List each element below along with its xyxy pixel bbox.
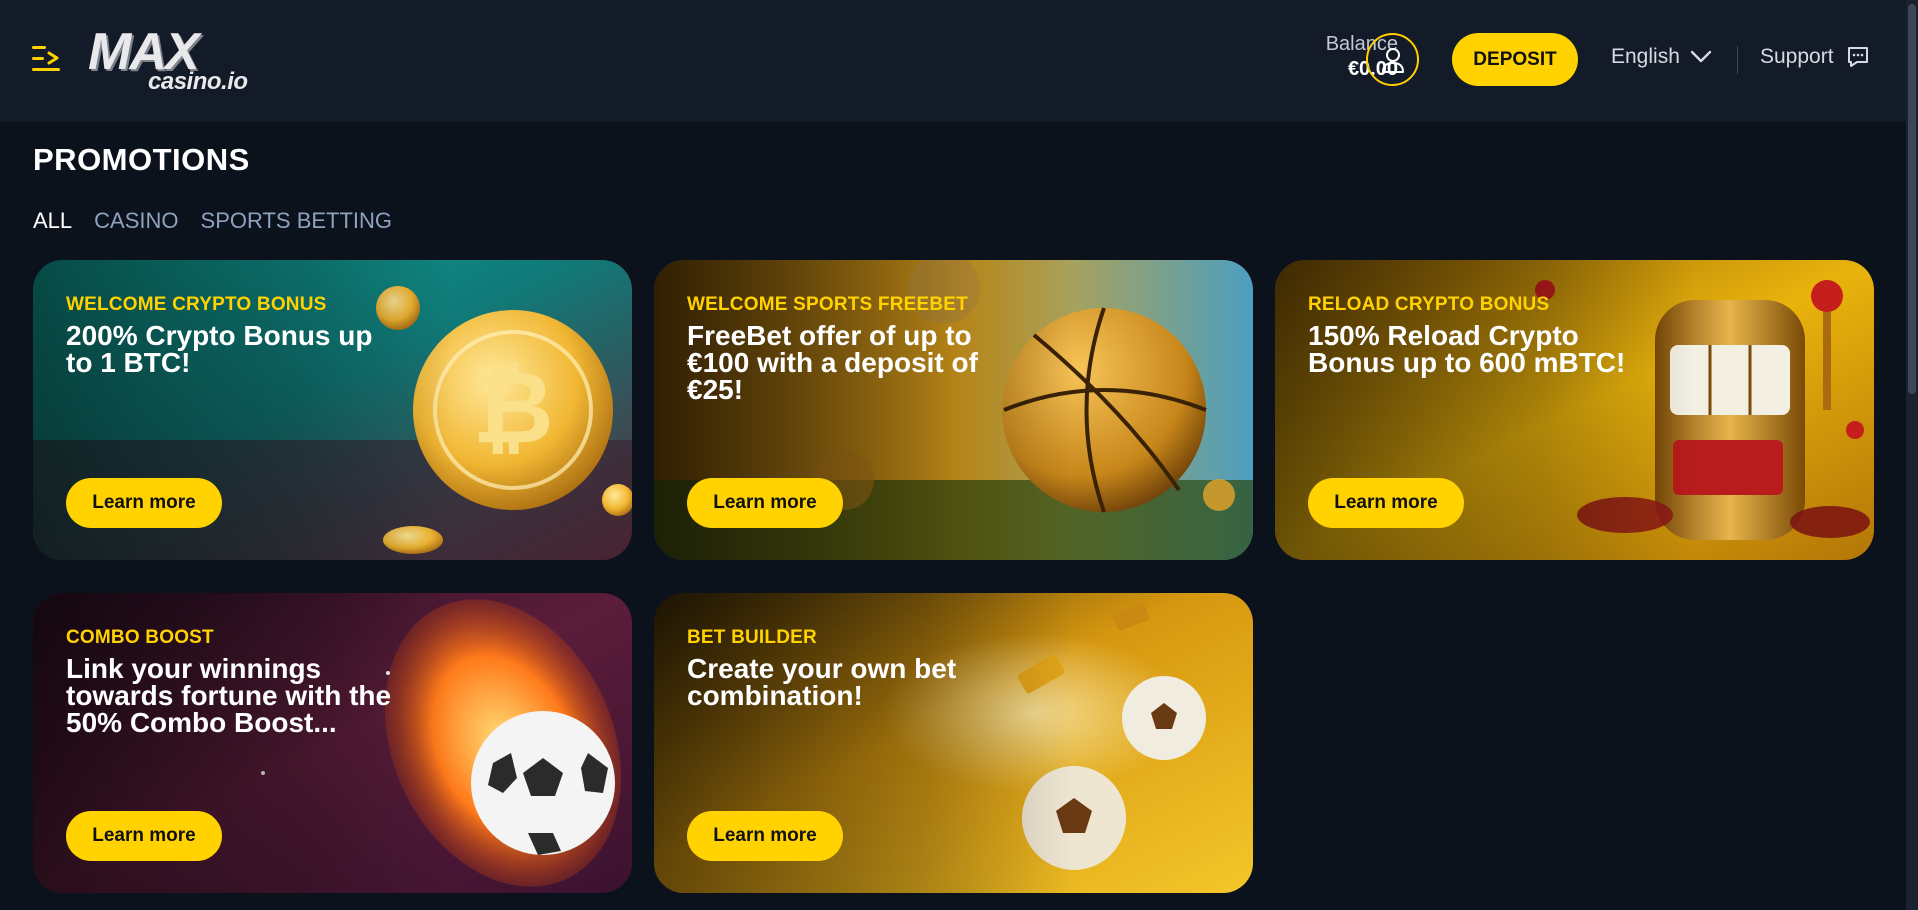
chevron-down-icon bbox=[1690, 50, 1712, 63]
tab-all[interactable]: ALL bbox=[33, 208, 72, 234]
page-title: PROMOTIONS bbox=[33, 142, 250, 177]
logo-subtext: casino.io bbox=[148, 68, 248, 95]
learn-more-button[interactable]: Learn more bbox=[1308, 478, 1464, 528]
learn-more-button[interactable]: Learn more bbox=[687, 478, 843, 528]
menu-icon[interactable] bbox=[32, 44, 62, 74]
chat-icon bbox=[1847, 47, 1868, 67]
promo-tag: BET BUILDER bbox=[687, 627, 817, 648]
language-selector[interactable]: English bbox=[1611, 45, 1712, 69]
page-scrollbar[interactable] bbox=[1906, 0, 1918, 910]
account-button[interactable] bbox=[1366, 33, 1419, 86]
learn-more-button[interactable]: Learn more bbox=[687, 811, 843, 861]
promo-card-bet-builder[interactable]: BET BUILDER Create your own bet combinat… bbox=[654, 593, 1253, 893]
promo-card-reload-crypto[interactable]: RELOAD CRYPTO BONUS 150% Reload Crypto B… bbox=[1275, 260, 1874, 560]
scrollbar-thumb[interactable] bbox=[1908, 4, 1916, 394]
tab-casino[interactable]: CASINO bbox=[94, 208, 178, 234]
promotion-tabs: ALL CASINO SPORTS BETTING bbox=[33, 208, 392, 234]
promo-headline: 200% Crypto Bonus up to 1 BTC! bbox=[66, 320, 373, 378]
header-divider bbox=[1737, 46, 1738, 74]
deposit-button[interactable]: DEPOSIT bbox=[1452, 33, 1578, 86]
promo-headline: 150% Reload Crypto Bonus up to 600 mBTC! bbox=[1308, 320, 1626, 378]
support-label: Support bbox=[1760, 45, 1834, 68]
user-icon bbox=[1381, 47, 1404, 73]
support-link[interactable]: Support bbox=[1760, 45, 1870, 69]
learn-more-button[interactable]: Learn more bbox=[66, 478, 222, 528]
promo-tag: WELCOME SPORTS FREEBET bbox=[687, 294, 968, 315]
promo-headline: Link your winnings towards fortune with … bbox=[66, 653, 392, 738]
promo-headline: Create your own bet combination! bbox=[687, 653, 957, 711]
language-label: English bbox=[1611, 45, 1680, 68]
promo-card-combo-boost[interactable]: COMBO BOOST Link your winnings towards f… bbox=[33, 593, 632, 893]
tab-sports-betting[interactable]: SPORTS BETTING bbox=[201, 208, 393, 234]
promo-tag: COMBO BOOST bbox=[66, 627, 214, 648]
promo-tag: WELCOME CRYPTO BONUS bbox=[66, 294, 327, 315]
promo-card-welcome-crypto[interactable]: ₿ WELCOME CRYPTO BONUS 200% Crypto Bonus… bbox=[33, 260, 632, 560]
top-header: MAX casino.io Balance €0.00 DEPOSIT Engl… bbox=[0, 0, 1906, 122]
learn-more-button[interactable]: Learn more bbox=[66, 811, 222, 861]
promo-card-welcome-sports[interactable]: WELCOME SPORTS FREEBET FreeBet offer of … bbox=[654, 260, 1253, 560]
logo[interactable]: MAX casino.io bbox=[88, 26, 258, 95]
promo-tag: RELOAD CRYPTO BONUS bbox=[1308, 294, 1550, 315]
promo-headline: FreeBet offer of up to €100 with a depos… bbox=[687, 320, 978, 405]
